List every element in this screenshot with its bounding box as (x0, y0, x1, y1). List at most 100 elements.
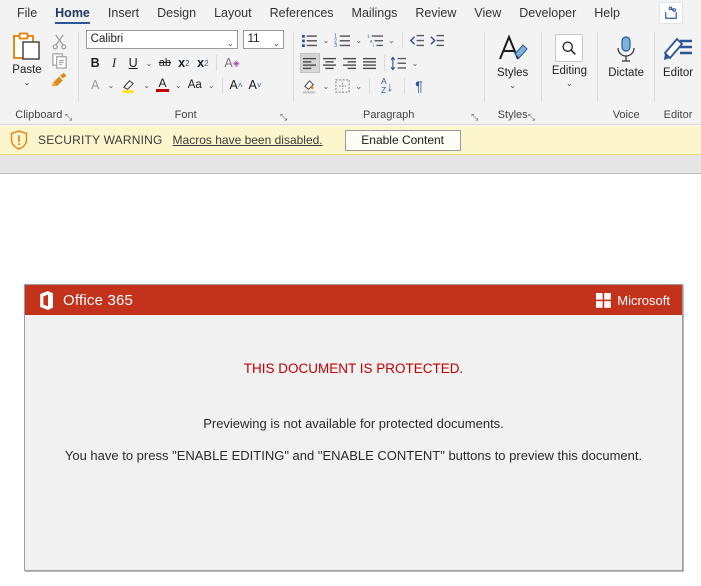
copy-icon[interactable] (51, 52, 68, 69)
borders-chevron-down-icon[interactable]: ⌄ (352, 82, 365, 91)
clipboard-dialog-launcher[interactable]: ⤡ (64, 112, 74, 122)
chevron-down-icon: ⌄ (226, 39, 234, 48)
bullets-button[interactable] (300, 30, 320, 50)
bullets-chevron-down-icon[interactable]: ⌄ (320, 36, 333, 45)
numbered-list-icon: 1 2 3 (334, 33, 350, 48)
tab-file[interactable]: File (8, 0, 46, 26)
superscript-button[interactable]: x2 (193, 53, 212, 73)
change-case-chevron-down-icon[interactable]: ⌄ (205, 81, 218, 90)
paragraph-label-text: Paragraph (363, 109, 415, 121)
group-label-clipboard: Clipboard ⤡ (0, 106, 78, 124)
ribbon-group-voice: Dictate Voice (598, 26, 654, 124)
paste-caret-icon[interactable]: ⌄ (24, 79, 31, 87)
change-case-button[interactable]: Aa (185, 75, 205, 95)
shading-chevron-down-icon[interactable]: ⌄ (320, 82, 333, 91)
font-name-value: Calibri (90, 33, 124, 45)
grow-font-button[interactable]: A ˄ (227, 75, 246, 95)
line-spacing-chevron-down-icon[interactable]: ⌄ (409, 59, 422, 68)
document-card-header: Office 365 Microsoft (25, 285, 682, 315)
subscript-button[interactable]: x2 (174, 53, 193, 73)
align-left-button[interactable] (299, 53, 320, 73)
text-highlight-button[interactable] (117, 75, 140, 95)
italic-button[interactable]: I (105, 53, 124, 73)
cut-scissors-icon[interactable] (51, 33, 68, 50)
format-painter-icon[interactable] (50, 71, 68, 88)
strikethrough-button[interactable]: ab (155, 53, 174, 73)
tab-help[interactable]: Help (585, 0, 629, 26)
line-spacing-icon (390, 56, 407, 70)
font-dialog-launcher[interactable]: ⤡ (279, 112, 289, 122)
tab-home[interactable]: Home (46, 0, 99, 26)
tab-mailings[interactable]: Mailings (343, 0, 407, 26)
line-spacing-button[interactable] (389, 53, 409, 73)
tab-review[interactable]: Review (406, 0, 465, 26)
paste-button[interactable]: Paste ⌄ (4, 30, 50, 87)
clear-formatting-button[interactable]: A ◈ (221, 53, 242, 73)
styles-dialog-launcher[interactable]: ⤡ (527, 112, 537, 122)
dictate-button[interactable]: Dictate (600, 30, 652, 79)
numbering-button[interactable]: 1 2 3 (332, 30, 352, 50)
tab-developer[interactable]: Developer (510, 0, 585, 26)
enable-content-button[interactable]: Enable Content (344, 129, 461, 151)
shield-warning-icon (10, 130, 28, 150)
styles-caret-icon[interactable]: ⌄ (509, 82, 516, 90)
divider (221, 77, 223, 93)
sort-button[interactable]: A Z ↓ (374, 76, 400, 96)
font-name-combobox[interactable]: Calibri ⌄ (85, 30, 238, 49)
numbering-chevron-down-icon[interactable]: ⌄ (352, 36, 365, 45)
styles-icon (498, 34, 528, 60)
divider (401, 32, 403, 48)
document-protected-heading: THIS DOCUMENT IS PROTECTED. (243, 361, 464, 376)
group-label-paragraph: Paragraph ⤡ (294, 106, 484, 124)
underline-chevron-down-icon[interactable]: ⌄ (143, 59, 156, 68)
tab-design[interactable]: Design (148, 0, 205, 26)
multilevel-list-button[interactable]: 1 a i (365, 30, 385, 50)
editor-button[interactable]: Editor (655, 30, 701, 79)
align-right-icon (343, 57, 357, 69)
dictate-button-label: Dictate (608, 67, 645, 79)
bold-button[interactable]: B (86, 53, 105, 73)
font-color-letter: A (158, 75, 167, 90)
align-center-button[interactable] (320, 53, 340, 73)
group-label-editor: Editor (655, 106, 701, 124)
shrink-font-button[interactable]: A ˅ (246, 75, 265, 95)
group-label-font: Font ⤡ (79, 106, 293, 124)
tab-view[interactable]: View (465, 0, 510, 26)
decrease-indent-icon (410, 34, 425, 46)
share-button[interactable] (659, 2, 683, 24)
highlight-chevron-down-icon[interactable]: ⌄ (140, 81, 153, 90)
paragraph-dialog-launcher[interactable]: ⤡ (470, 112, 480, 122)
tab-layout[interactable]: Layout (205, 0, 261, 26)
increase-indent-icon (430, 34, 445, 46)
clear-formatting-letter: A (224, 56, 233, 70)
clipboard-mini-buttons (50, 30, 68, 88)
borders-button[interactable] (332, 76, 352, 96)
text-effects-button[interactable]: A (86, 75, 105, 95)
text-effects-chevron-down-icon[interactable]: ⌄ (105, 81, 118, 90)
shading-icon (303, 80, 316, 94)
eraser-icon: ◈ (232, 57, 240, 68)
grow-font-letter: A (229, 78, 238, 92)
ribbon-group-paragraph: ⌄ 1 2 3 ⌄ 1 a i ⌄ ⌄ ⌄ ⌄ A Z ↓ ¶ Paragrap… (294, 26, 484, 124)
microphone-icon (617, 36, 635, 62)
shading-button[interactable] (300, 76, 320, 96)
editing-button[interactable]: Editing ⌄ (543, 30, 595, 88)
align-right-button[interactable] (340, 53, 360, 73)
show-formatting-marks-button[interactable]: ¶ (409, 76, 429, 96)
decrease-indent-button[interactable] (407, 30, 427, 50)
underline-button[interactable]: U (124, 53, 143, 73)
document-toolbar-strip (0, 155, 701, 174)
editing-caret-icon[interactable]: ⌄ (566, 80, 573, 88)
multilevel-chevron-down-icon[interactable]: ⌄ (385, 36, 398, 45)
font-color-chevron-down-icon[interactable]: ⌄ (172, 81, 185, 90)
font-size-combobox[interactable]: 11 ⌄ (242, 30, 284, 49)
security-warning-message[interactable]: Macros have been disabled. (173, 133, 323, 147)
document-canvas: Office 365 Microsoft THIS DOCUMENT IS PR… (0, 174, 701, 585)
styles-button[interactable]: Styles ⌄ (487, 30, 539, 90)
tab-insert[interactable]: Insert (99, 0, 148, 26)
increase-indent-button[interactable] (427, 30, 447, 50)
word-window: File Home Insert Design Layout Reference… (0, 0, 701, 586)
font-color-button[interactable]: A (153, 75, 172, 95)
tab-references[interactable]: References (261, 0, 343, 26)
justify-button[interactable] (360, 53, 380, 73)
